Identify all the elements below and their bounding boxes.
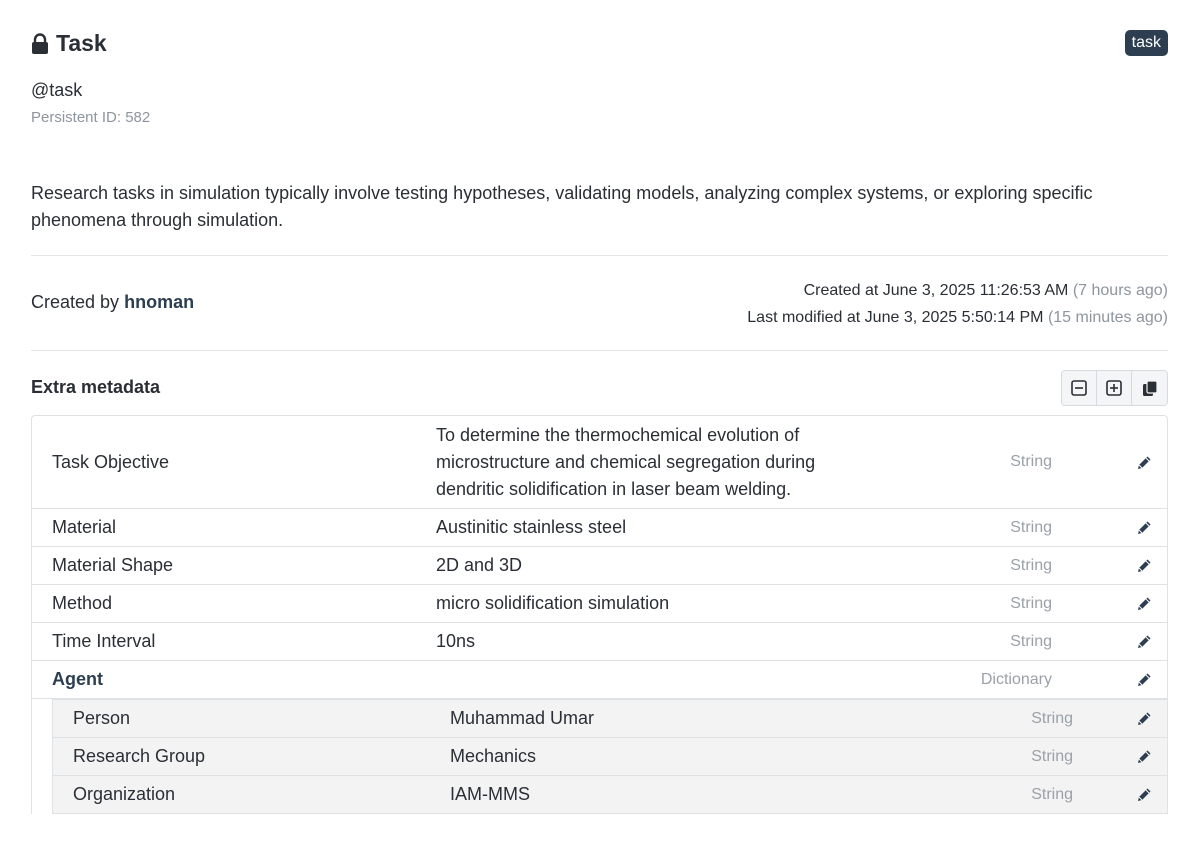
metadata-row: Task Objective To determine the thermoche…: [32, 416, 1167, 509]
metadata-type: String: [1031, 785, 1073, 803]
metadata-value: [436, 661, 856, 698]
lock-icon: [32, 33, 48, 54]
metadata-row: Research Group Mechanics String: [53, 738, 1167, 776]
edit-button[interactable]: [1136, 547, 1153, 584]
metadata-value: To determine the thermochemical evolutio…: [436, 424, 816, 499]
created-at-text: Created at June 3, 2025 11:26:53 AM: [803, 282, 1069, 299]
record-identifier: @task: [31, 80, 83, 100]
metadata-row: Material Austinitic stainless steel String: [32, 509, 1167, 547]
created-at: Created at June 3, 2025 11:26:53 AM (7 h…: [747, 277, 1168, 304]
metadata-key: Person: [73, 708, 131, 728]
metadata-row: Agent Dictionary: [32, 661, 1167, 699]
metadata-row: Organization IAM-MMS String: [53, 776, 1167, 814]
pencil-icon: [1138, 750, 1151, 763]
created-by: Created by hnoman: [31, 290, 194, 314]
edit-button[interactable]: [1136, 738, 1153, 775]
pencil-icon: [1138, 559, 1151, 572]
metadata-row: Material Shape 2D and 3D String: [32, 547, 1167, 585]
pencil-icon: [1138, 712, 1151, 725]
record-description: Research tasks in simulation typically i…: [31, 183, 1093, 230]
metadata-type: String: [1010, 556, 1052, 574]
agent-nested-table: Person Muhammad Umar String Research Group M…: [52, 699, 1168, 814]
created-by-label: Created by: [31, 292, 120, 312]
metadata-value: Muhammad Umar: [450, 708, 595, 728]
pencil-icon: [1138, 597, 1151, 610]
metadata-type: String: [1010, 453, 1052, 470]
edit-button[interactable]: [1136, 661, 1153, 698]
metadata-key: Agent: [52, 669, 103, 689]
copy-button[interactable]: [1132, 371, 1167, 405]
edit-button[interactable]: [1136, 700, 1153, 737]
edit-button[interactable]: [1136, 509, 1153, 546]
divider: [31, 255, 1168, 256]
pencil-icon: [1138, 635, 1151, 648]
expand-all-button[interactable]: [1097, 371, 1132, 405]
metadata-value: Austinitic stainless steel: [436, 517, 627, 537]
metadata-value: IAM-MMS: [450, 784, 530, 804]
pencil-icon: [1138, 521, 1151, 534]
created-at-relative: (7 hours ago): [1072, 282, 1168, 299]
extra-metadata-title: Extra metadata: [31, 377, 161, 397]
metadata-key: Task Objective: [52, 451, 170, 472]
collapse-all-button[interactable]: [1062, 371, 1097, 405]
pencil-icon: [1138, 788, 1151, 801]
metadata-row: Method micro solidification simulation Str…: [32, 585, 1167, 623]
persistent-id: Persistent ID: 582: [31, 109, 151, 126]
pencil-icon: [1138, 456, 1151, 469]
divider: [31, 350, 1168, 351]
edit-button[interactable]: [1136, 585, 1153, 622]
metadata-key: Material Shape: [52, 555, 174, 575]
extras-table: Task Objective To determine the thermoche…: [31, 415, 1168, 814]
modified-at: Last modified at June 3, 2025 5:50:14 PM…: [747, 304, 1168, 331]
plus-square-icon: [1106, 380, 1122, 396]
extras-toolbar: [1061, 370, 1168, 406]
metadata-value: Mechanics: [450, 746, 537, 766]
metadata-key: Method: [52, 593, 113, 613]
edit-button[interactable]: [1136, 623, 1153, 660]
metadata-value: 10ns: [436, 631, 476, 651]
metadata-type: String: [1031, 709, 1073, 727]
modified-at-relative: (15 minutes ago): [1047, 309, 1168, 326]
edit-button[interactable]: [1136, 416, 1153, 508]
metadata-type: String: [1010, 594, 1052, 612]
copy-icon: [1142, 379, 1158, 396]
edit-button[interactable]: [1136, 776, 1153, 813]
page-title: Task: [56, 30, 107, 56]
pencil-icon: [1138, 673, 1151, 686]
metadata-value: 2D and 3D: [436, 555, 523, 575]
metadata-type: Dictionary: [980, 670, 1052, 688]
minus-square-icon: [1071, 380, 1087, 396]
metadata-value: micro solidification simulation: [436, 593, 670, 613]
metadata-row: Person Muhammad Umar String: [53, 700, 1167, 738]
metadata-key: Material: [52, 517, 117, 537]
metadata-key: Research Group: [73, 746, 206, 766]
metadata-key: Organization: [73, 784, 176, 804]
creator-user-link[interactable]: hnoman: [124, 292, 194, 312]
metadata-key: Time Interval: [52, 631, 156, 651]
metadata-type: String: [1010, 518, 1052, 536]
modified-at-text: Last modified at June 3, 2025 5:50:14 PM: [747, 309, 1044, 326]
metadata-type: String: [1010, 632, 1052, 650]
metadata-type: String: [1031, 747, 1073, 765]
metadata-row: Time Interval 10ns String: [32, 623, 1167, 661]
type-badge: task: [1124, 30, 1168, 56]
timestamps: Created at June 3, 2025 11:26:53 AM (7 h…: [747, 277, 1168, 331]
title-row: Task task: [31, 28, 1168, 58]
